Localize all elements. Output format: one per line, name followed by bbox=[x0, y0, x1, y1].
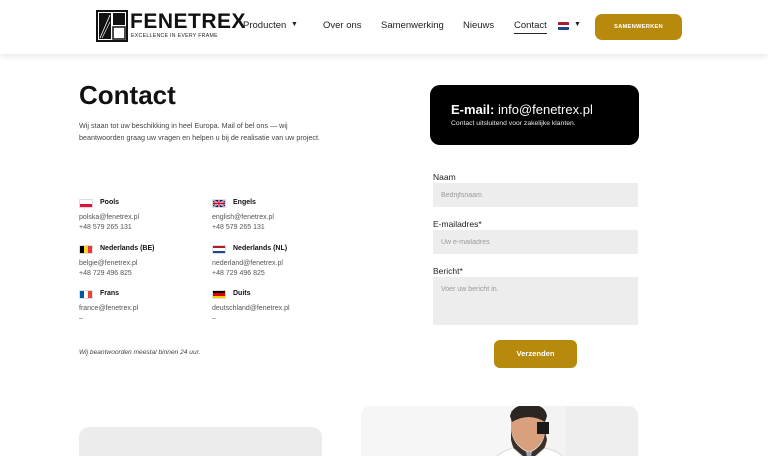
name-label: Naam bbox=[433, 172, 456, 182]
office-phone: – bbox=[212, 315, 216, 322]
office-name: Engels bbox=[233, 199, 256, 206]
office-email[interactable]: belgie@fenetrex.pl bbox=[79, 259, 199, 269]
email-field[interactable] bbox=[433, 230, 638, 254]
contact-photo bbox=[361, 406, 638, 456]
message-field[interactable] bbox=[433, 277, 638, 325]
office-email[interactable]: polska@fenetrex.pl bbox=[79, 213, 199, 223]
brand-name: FENETREX bbox=[130, 10, 247, 33]
office-phone[interactable]: +48 579 265 131 bbox=[212, 223, 332, 233]
name-field[interactable] bbox=[433, 183, 638, 207]
map-card bbox=[79, 427, 322, 456]
nav-item-over-ons[interactable]: Over ons bbox=[323, 20, 362, 31]
chevron-down-icon[interactable]: ▼ bbox=[291, 21, 298, 28]
office-engels: Engels english@fenetrex.pl +48 579 265 1… bbox=[212, 198, 332, 233]
samenwerken-button[interactable]: SAMENWERKEN bbox=[595, 14, 682, 40]
office-name: Nederlands (NL) bbox=[233, 245, 288, 252]
message-label: Bericht* bbox=[433, 266, 463, 276]
nl-flag-icon bbox=[212, 245, 226, 254]
language-chevron-icon[interactable]: ▼ bbox=[574, 21, 581, 28]
office-duits: Duits deutschland@fenetrex.pl – bbox=[212, 289, 332, 324]
email-card: E-mail: info@fenetrex.pl Contact uitslui… bbox=[430, 85, 639, 145]
brand-logo[interactable]: FENETREX EXCELLENCE IN EVERY FRAME bbox=[96, 10, 246, 42]
site-header: FENETREX EXCELLENCE IN EVERY FRAME Produ… bbox=[0, 0, 768, 54]
office-email[interactable]: nederland@fenetrex.pl bbox=[212, 259, 332, 269]
nav-item-contact[interactable]: Contact bbox=[514, 20, 547, 34]
nav-item-nieuws[interactable]: Nieuws bbox=[463, 20, 494, 31]
pl-flag-icon bbox=[79, 199, 93, 208]
office-phone[interactable]: +48 729 496 825 bbox=[212, 269, 332, 279]
office-email[interactable]: english@fenetrex.pl bbox=[212, 213, 332, 223]
office-email[interactable]: france@fenetrex.pl bbox=[79, 304, 199, 314]
submit-button[interactable]: Verzenden bbox=[494, 340, 577, 368]
office-phone[interactable]: +48 729 496 825 bbox=[79, 269, 199, 279]
office-phone[interactable]: +48 579 265 131 bbox=[79, 223, 199, 233]
page-title: Contact bbox=[79, 80, 176, 110]
brand-tagline: EXCELLENCE IN EVERY FRAME bbox=[131, 33, 218, 39]
nl-flag-icon[interactable] bbox=[558, 22, 569, 30]
uk-flag-icon bbox=[212, 199, 226, 208]
email-label-field: E-mailadres* bbox=[433, 219, 482, 229]
email-subtext: Contact uitsluitend voor zakelijke klant… bbox=[451, 120, 576, 127]
office-name: Duits bbox=[233, 290, 251, 297]
logo-window-icon bbox=[96, 10, 128, 42]
de-flag-icon bbox=[212, 290, 226, 299]
intro-text: Wij staan tot uw beschikking in heel Eur… bbox=[79, 121, 320, 142]
office-frans: Frans france@fenetrex.pl – bbox=[79, 289, 199, 324]
office-nederlands-nl: Nederlands (NL) nederland@fenetrex.pl +4… bbox=[212, 244, 332, 279]
be-flag-icon bbox=[79, 245, 93, 254]
response-time-note: Wij beantwoorden meestal binnen 24 uur. bbox=[79, 349, 201, 356]
email-label: E-mail: bbox=[451, 102, 495, 117]
fr-flag-icon bbox=[79, 290, 93, 299]
office-phone: – bbox=[79, 315, 83, 322]
office-nederlands-be: Nederlands (BE) belgie@fenetrex.pl +48 7… bbox=[79, 244, 199, 279]
email-heading: E-mail: info@fenetrex.pl bbox=[451, 102, 593, 117]
nav-item-producten[interactable]: Producten bbox=[243, 20, 286, 31]
person-photo-illustration bbox=[361, 406, 638, 456]
office-name: Pools bbox=[100, 199, 120, 206]
office-pools: Pools polska@fenetrex.pl +48 579 265 131 bbox=[79, 198, 199, 233]
email-address[interactable]: info@fenetrex.pl bbox=[498, 102, 593, 117]
office-name: Nederlands (BE) bbox=[100, 245, 155, 252]
office-email[interactable]: deutschland@fenetrex.pl bbox=[212, 304, 332, 314]
nav-item-samenwerking[interactable]: Samenwerking bbox=[381, 20, 444, 31]
office-name: Frans bbox=[100, 290, 120, 297]
